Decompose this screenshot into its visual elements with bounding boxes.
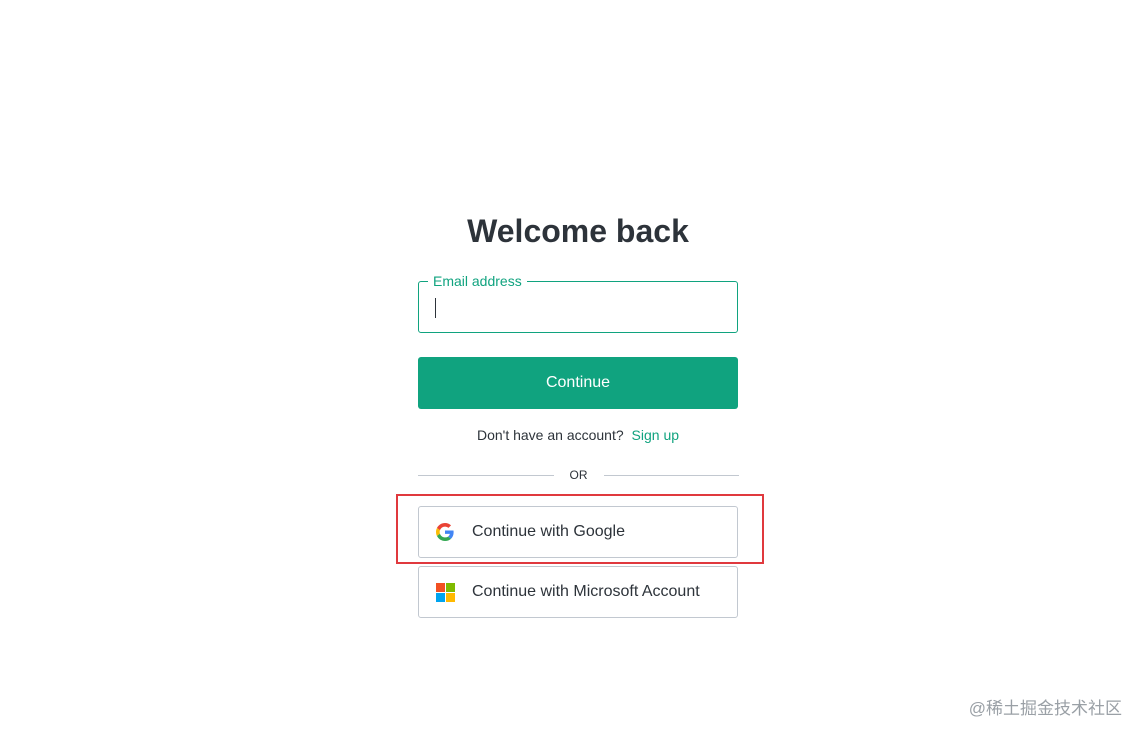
login-page: Welcome back Email address Continue Don'…: [0, 0, 1144, 741]
continue-with-microsoft-button[interactable]: Continue with Microsoft Account: [418, 566, 738, 618]
signup-link[interactable]: Sign up: [632, 427, 679, 443]
google-g-icon: [435, 522, 455, 542]
watermark: @稀土掘金技术社区: [968, 699, 1122, 718]
continue-with-google-button[interactable]: Continue with Google: [418, 506, 738, 558]
page-title: Welcome back: [467, 213, 689, 249]
google-button-label: Continue with Google: [472, 523, 625, 540]
or-divider: OR: [418, 465, 739, 485]
divider-text: OR: [569, 468, 588, 482]
text-caret: [435, 298, 436, 318]
microsoft-logo-icon: [435, 582, 455, 602]
email-input[interactable]: [419, 282, 737, 332]
email-field[interactable]: Email address: [418, 271, 738, 333]
signup-prompt: Don't have an account?: [476, 427, 624, 443]
signup-row: Don't have an account? Sign up: [418, 425, 738, 445]
continue-button[interactable]: Continue: [418, 357, 738, 409]
divider-line-left: [418, 474, 554, 476]
microsoft-button-label: Continue with Microsoft Account: [472, 583, 700, 600]
divider-line-right: [603, 474, 739, 476]
